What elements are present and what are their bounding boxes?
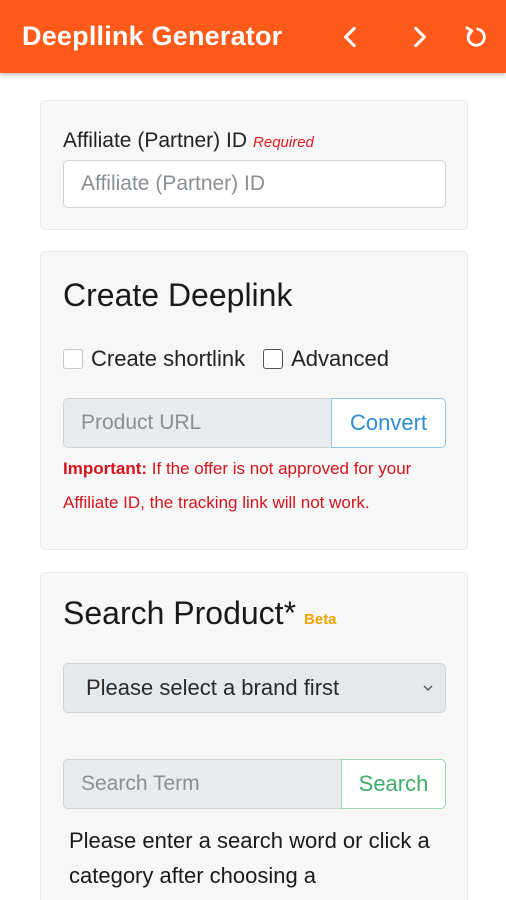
important-notice: Important: If the offer is not approved … bbox=[63, 452, 458, 520]
brand-select-value: Please select a brand first bbox=[86, 675, 340, 700]
advanced-checkbox[interactable] bbox=[263, 349, 284, 369]
convert-button[interactable]: Convert bbox=[331, 398, 446, 448]
affiliate-card: Affiliate (Partner) ID Required Affiliate… bbox=[40, 100, 468, 230]
search-product-card: Search Product* Beta Please select a bran… bbox=[40, 572, 468, 900]
search-button[interactable]: Search bbox=[341, 759, 446, 809]
app-bar: Deepllink Generator bbox=[0, 0, 506, 73]
search-term-input[interactable]: Search Term bbox=[63, 759, 342, 809]
required-badge: Required bbox=[253, 134, 314, 151]
affiliate-label: Affiliate (Partner) ID bbox=[63, 129, 248, 152]
advanced-label: Advanced bbox=[291, 346, 389, 371]
search-help-text: Please enter a search word or click a ca… bbox=[69, 828, 430, 888]
reload-icon bbox=[465, 25, 486, 47]
affiliate-label-row: Affiliate (Partner) ID Required bbox=[63, 129, 314, 153]
search-product-heading: Search Product* bbox=[63, 595, 297, 631]
product-url-input[interactable]: Product URL bbox=[63, 398, 332, 448]
reload-button[interactable] bbox=[452, 14, 498, 60]
chevron-right-icon bbox=[414, 26, 426, 47]
create-deeplink-card: Create Deeplink Create shortlink Advance… bbox=[40, 251, 468, 550]
affiliate-id-placeholder: Affiliate (Partner) ID bbox=[81, 172, 266, 195]
important-label: Important: bbox=[63, 459, 148, 478]
create-deeplink-heading: Create Deeplink bbox=[63, 277, 293, 313]
search-term-placeholder: Search Term bbox=[81, 772, 200, 795]
back-button[interactable] bbox=[328, 14, 374, 60]
options-row: Create shortlink Advanced bbox=[63, 346, 389, 372]
brand-select[interactable]: Please select a brand first bbox=[63, 663, 446, 713]
forward-button[interactable] bbox=[396, 14, 442, 60]
product-url-placeholder: Product URL bbox=[81, 411, 202, 434]
chevron-left-icon bbox=[344, 26, 356, 47]
app-title: Deepllink Generator bbox=[22, 21, 283, 51]
shortlink-checkbox[interactable] bbox=[63, 349, 83, 369]
affiliate-id-input[interactable]: Affiliate (Partner) ID bbox=[63, 160, 446, 208]
shortlink-label: Create shortlink bbox=[91, 346, 246, 371]
search-product-heading-row: Search Product* Beta bbox=[63, 595, 337, 632]
chevron-down-icon bbox=[423, 685, 433, 692]
beta-badge: Beta bbox=[304, 611, 337, 628]
